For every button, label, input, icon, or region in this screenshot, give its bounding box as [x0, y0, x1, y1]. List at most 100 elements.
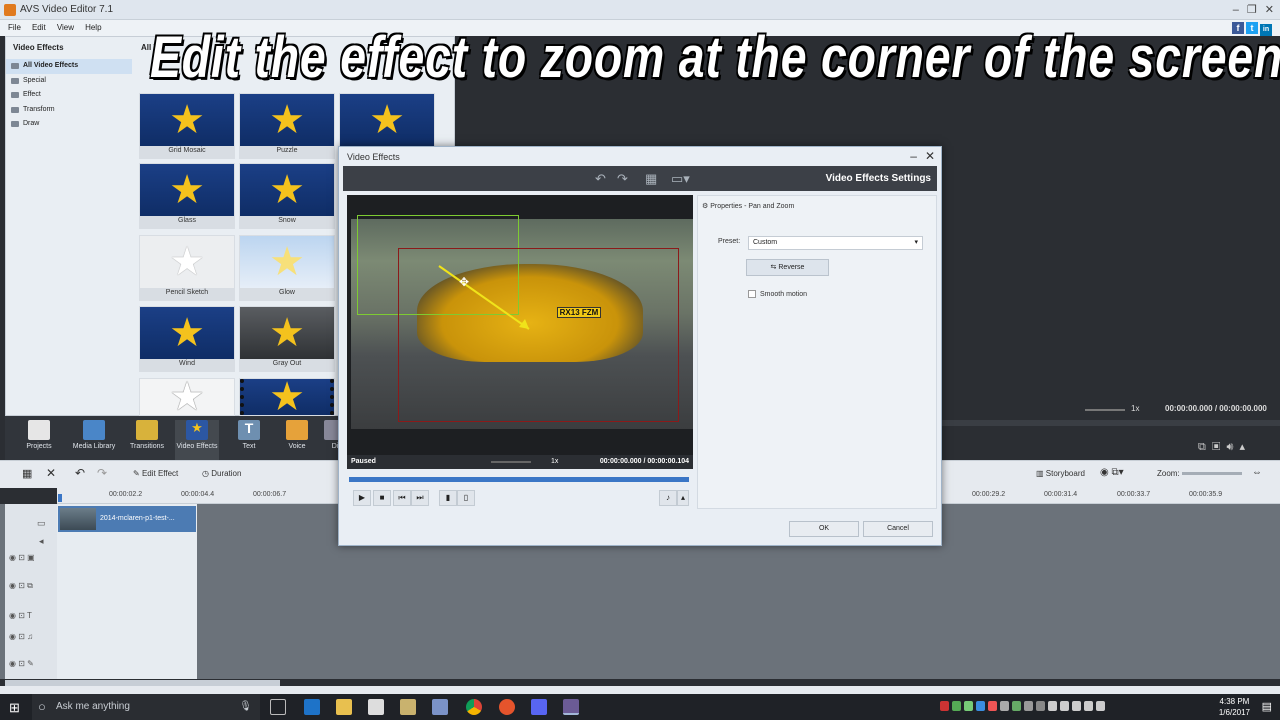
- menu-edit[interactable]: Edit: [32, 23, 46, 32]
- menu-file[interactable]: File: [8, 23, 21, 32]
- toolbar-media-library[interactable]: Media Library: [71, 420, 117, 450]
- notifications-icon[interactable]: ▤: [1262, 700, 1272, 713]
- close-icon[interactable]: ✕: [1265, 4, 1274, 16]
- edit-effect-button[interactable]: ✎ Edit Effect: [133, 469, 178, 478]
- preview-progress-bar[interactable]: [349, 477, 689, 482]
- menu-view[interactable]: View: [57, 23, 74, 32]
- speed-slider[interactable]: [491, 461, 531, 463]
- music-track-icon[interactable]: ◉ ⊡ ♫: [9, 632, 33, 641]
- next-frame-icon[interactable]: ⏭: [411, 490, 429, 506]
- keyboard-icon[interactable]: [1096, 701, 1105, 711]
- effect-thumb-pencil-sketch[interactable]: ★ Pencil Sketch: [139, 235, 235, 301]
- smooth-motion-checkbox[interactable]: Smooth motion: [748, 290, 807, 298]
- volume-up-icon[interactable]: ▴: [677, 490, 689, 506]
- toolbar-transitions[interactable]: Transitions: [125, 420, 169, 450]
- preview-speed-slider[interactable]: [1085, 409, 1125, 411]
- task-view-icon[interactable]: [270, 699, 286, 715]
- tray-icon[interactable]: [1060, 701, 1069, 711]
- tray-icon[interactable]: [964, 701, 973, 711]
- minimize-icon[interactable]: –: [1233, 4, 1239, 16]
- toolbar-projects[interactable]: Projects: [17, 420, 61, 450]
- tray-icon[interactable]: [976, 701, 985, 711]
- category-effect[interactable]: Effect: [6, 88, 132, 103]
- toolbar-label: Transitions: [130, 443, 164, 450]
- file-explorer-icon[interactable]: [336, 699, 352, 715]
- tray-icon[interactable]: [940, 701, 949, 711]
- stop-icon[interactable]: ■: [373, 490, 391, 506]
- tray-icon[interactable]: [952, 701, 961, 711]
- undo-icon[interactable]: ↶: [75, 466, 85, 480]
- taskbar-search[interactable]: ○ Ask me anything 🎙︎: [32, 694, 260, 720]
- effect-thumb-puzzle[interactable]: ★ Puzzle: [239, 93, 335, 159]
- mark-out-icon[interactable]: ▯: [457, 490, 475, 506]
- voice-track-icon[interactable]: ◉ ⊡ ✎: [9, 659, 34, 668]
- fullscreen-icon[interactable]: ▣: [1212, 441, 1220, 453]
- playhead[interactable]: [58, 494, 62, 502]
- search-placeholder: Ask me anything: [56, 701, 130, 712]
- text-track-icon[interactable]: ◉ ⊡ T: [9, 611, 32, 620]
- tray-icon[interactable]: [1036, 701, 1045, 711]
- discord-icon[interactable]: [531, 699, 547, 715]
- tray-icon[interactable]: [988, 701, 997, 711]
- delete-icon[interactable]: ✕: [46, 466, 56, 480]
- audio-icon[interactable]: ◉ ⧉▾: [1100, 467, 1124, 478]
- category-special[interactable]: Special: [6, 74, 132, 89]
- tray-icon[interactable]: [1000, 701, 1009, 711]
- effect-thumb-film[interactable]: ★: [239, 378, 335, 416]
- grid-icon[interactable]: ▦: [22, 467, 32, 480]
- ok-button[interactable]: OK: [789, 521, 859, 537]
- star-icon: ★: [140, 94, 234, 146]
- fit-icon[interactable]: ⇔: [1252, 467, 1262, 478]
- redo-icon[interactable]: ↷: [97, 466, 107, 480]
- toolbar-text[interactable]: T Text: [227, 420, 271, 450]
- category-all[interactable]: All Video Effects: [6, 59, 132, 74]
- volume-icon[interactable]: [1084, 701, 1093, 711]
- play-icon[interactable]: ▶: [353, 490, 371, 506]
- effect-thumb-glass[interactable]: ★ Glass: [139, 163, 235, 229]
- volume-icon[interactable]: ♪: [659, 490, 677, 506]
- avs-editor-icon[interactable]: [563, 699, 579, 715]
- windows-start-icon[interactable]: ⊞: [9, 700, 20, 716]
- duration-button[interactable]: ◷ Duration: [202, 469, 241, 478]
- eye-icon[interactable]: ◉ ⊡ ▣: [9, 553, 35, 562]
- app-icon[interactable]: [400, 699, 416, 715]
- effect-thumb-snow[interactable]: ★ Snow: [239, 163, 335, 229]
- effect-thumb-outline[interactable]: ★: [139, 378, 235, 416]
- toolbar-voice[interactable]: Voice: [275, 420, 319, 450]
- reverse-button[interactable]: ⇆ Reverse: [746, 259, 829, 276]
- audio-track-icon: ◂: [39, 536, 44, 546]
- category-transform[interactable]: Transform: [6, 103, 132, 118]
- zoom-slider[interactable]: [1182, 472, 1242, 475]
- toolbar-video-effects[interactable]: ★ Video Effects: [175, 420, 219, 460]
- preset-dropdown[interactable]: Custom ▾: [748, 236, 923, 250]
- edge-icon[interactable]: [304, 699, 320, 715]
- cancel-button[interactable]: Cancel: [863, 521, 933, 537]
- tray-icon[interactable]: [1012, 701, 1021, 711]
- previous-frame-icon[interactable]: ⏮: [393, 490, 411, 506]
- app-icon[interactable]: [499, 699, 515, 715]
- effect-thumb-selected[interactable]: ★: [339, 93, 435, 149]
- mark-in-icon[interactable]: ▮: [439, 490, 457, 506]
- folder-icon: [11, 121, 19, 127]
- eye-icon[interactable]: ◉ ⊡ ⧉: [9, 581, 33, 591]
- tray-icon[interactable]: [1048, 701, 1057, 711]
- restore-icon[interactable]: ❐: [1247, 4, 1257, 16]
- effect-thumb-wind[interactable]: ★ Wind: [139, 306, 235, 372]
- tray-icon[interactable]: [1072, 701, 1081, 711]
- snapshot-icon[interactable]: ⧉: [1198, 441, 1206, 453]
- store-icon[interactable]: [368, 699, 384, 715]
- app-icon[interactable]: [432, 699, 448, 715]
- effect-thumb-gray-out[interactable]: ★ Gray Out: [239, 306, 335, 372]
- video-clip[interactable]: 2014-mclaren-p1-test-...: [58, 506, 196, 532]
- chrome-icon[interactable]: [466, 699, 482, 715]
- category-draw[interactable]: Draw: [6, 117, 132, 132]
- effect-thumb-grid-mosaic[interactable]: ★ Grid Mosaic: [139, 93, 235, 159]
- volume-icon[interactable]: 🔊︎: [1226, 441, 1233, 453]
- storyboard-button[interactable]: ▥ Storyboard: [1036, 469, 1085, 478]
- taskbar-clock[interactable]: 4:38 PM 1/6/2017: [1219, 696, 1250, 718]
- tray-icon[interactable]: [1024, 701, 1033, 711]
- effect-thumb-glow[interactable]: ★ Glow: [239, 235, 335, 301]
- menu-help[interactable]: Help: [85, 23, 101, 32]
- expand-icon[interactable]: ▴: [1240, 441, 1246, 453]
- microphone-icon[interactable]: 🎙︎: [239, 694, 252, 720]
